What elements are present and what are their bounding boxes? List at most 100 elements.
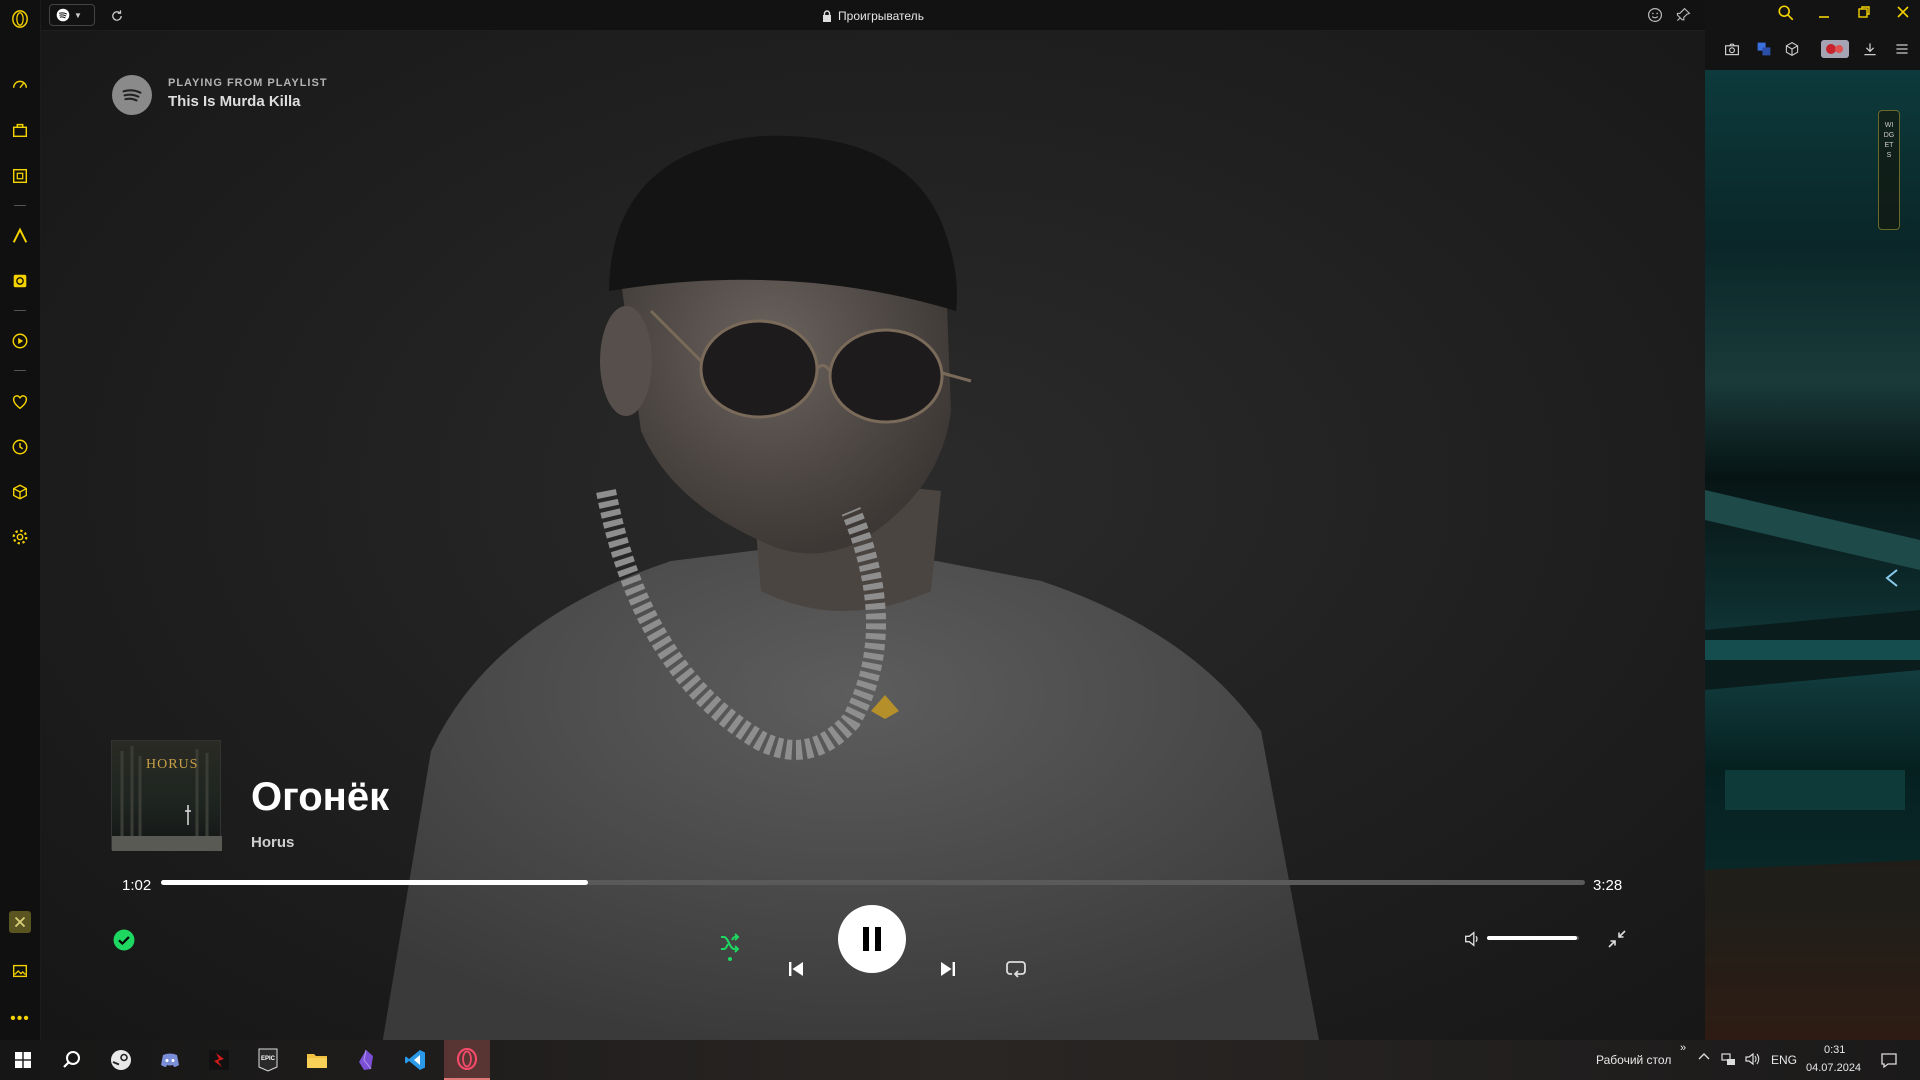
downloads-button[interactable] [1862, 41, 1878, 62]
clock-date[interactable]: 04.07.2024 [1806, 1062, 1861, 1074]
lock-icon [823, 9, 832, 22]
heart-icon[interactable] [9, 391, 31, 413]
discord-icon [161, 1053, 179, 1067]
progress-bar[interactable] [161, 880, 1585, 885]
gallery-icon[interactable] [9, 960, 31, 982]
epic-games-icon: EPIC [258, 1048, 278, 1072]
start-button[interactable] [3, 1044, 43, 1076]
history-icon[interactable] [9, 436, 31, 458]
spotify-logo-icon[interactable] [112, 75, 152, 115]
app-red-icon [209, 1050, 229, 1070]
aria-icon[interactable] [9, 225, 31, 247]
widgets-handle[interactable]: WIDGETS [1878, 110, 1900, 230]
language-indicator[interactable]: ENG [1771, 1053, 1797, 1067]
repeat-icon [1006, 961, 1026, 978]
artist-photo [382, 135, 1319, 1040]
volume-tray-button[interactable] [1744, 1051, 1760, 1070]
repeat-button[interactable] [1003, 957, 1029, 981]
playing-from-label: PLAYING FROM PLAYLIST [168, 77, 328, 89]
toolbar-chevron-icon[interactable]: » [1680, 1042, 1686, 1054]
address-bar[interactable]: Проигрыватель [41, 0, 1705, 31]
browser-topbar: ▼ Проигрыватель [41, 0, 1705, 31]
minimize-icon [1608, 930, 1626, 948]
opera-logo-icon[interactable] [9, 8, 31, 30]
right-panel: WIDGETS [1705, 0, 1920, 1040]
windows-taskbar: EPIC Рабочий стол » ENG 0:31 04.07.2024 [0, 1040, 1920, 1080]
shuffle-active-dot [728, 957, 732, 961]
emoji-button[interactable] [1647, 7, 1663, 28]
translate-button[interactable] [1756, 41, 1772, 62]
pause-button[interactable] [838, 905, 906, 973]
search-button[interactable] [1777, 4, 1795, 27]
sidebar-divider [14, 310, 26, 311]
notifications-button[interactable] [1880, 1051, 1898, 1072]
extensions-button[interactable] [1784, 41, 1800, 62]
settings-icon[interactable] [9, 526, 31, 548]
search-icon [1778, 5, 1794, 21]
clock-time[interactable]: 0:31 [1824, 1044, 1845, 1056]
taskbar-discord[interactable] [150, 1044, 190, 1076]
profile-avatar[interactable] [1821, 40, 1849, 58]
album-cover[interactable]: HORUS [111, 740, 222, 851]
file-explorer-icon [307, 1054, 327, 1068]
spotify-fullscreen-player: PLAYING FROM PLAYLIST This Is Murda Kill… [41, 31, 1705, 1040]
current-time: 1:02 [122, 877, 152, 894]
taskbar-obsidian[interactable] [346, 1044, 386, 1076]
box-icon[interactable] [9, 481, 31, 503]
vscode-icon [405, 1050, 425, 1070]
cube-icon [1785, 41, 1799, 57]
menu-lines-icon [1896, 44, 1908, 54]
more-icon[interactable]: ••• [9, 1008, 31, 1030]
tray-expand-button[interactable] [1698, 1051, 1710, 1066]
track-title[interactable]: Огонёк [251, 775, 389, 820]
pin-button[interactable] [1675, 7, 1691, 28]
taskbar-opera-gx[interactable] [444, 1040, 490, 1080]
search-icon [63, 1051, 80, 1068]
volume-slider[interactable] [1487, 936, 1579, 940]
steam-icon [111, 1050, 131, 1070]
volume-fill [1487, 936, 1578, 940]
opera-gx-icon [456, 1048, 478, 1070]
bag-icon[interactable] [9, 119, 31, 141]
album-art-title: HORUS [146, 757, 199, 772]
checkmark-circle-icon [113, 929, 135, 951]
pause-icon [863, 927, 881, 951]
easy-setup-button[interactable] [1894, 41, 1910, 62]
taskbar-steam[interactable] [101, 1044, 141, 1076]
skip-forward-icon [941, 962, 955, 976]
exit-fullscreen-button[interactable] [1605, 927, 1629, 951]
snapshot-button[interactable] [1724, 41, 1740, 62]
previous-button[interactable] [784, 957, 808, 981]
svg-text:EPIC: EPIC [261, 1056, 276, 1062]
speed-dial-icon[interactable] [9, 74, 31, 96]
desktop-toolbar-label[interactable]: Рабочий стол [1596, 1053, 1671, 1067]
taskbar-vscode[interactable] [395, 1044, 435, 1076]
minimize-window-icon [1819, 16, 1829, 18]
playlist-name-link[interactable]: This Is Murda Killa [168, 93, 301, 110]
widgets-label: WIDGETS [1883, 122, 1895, 159]
taskbar-red-app[interactable] [199, 1044, 239, 1076]
volume-button[interactable] [1460, 927, 1484, 951]
sidebar-divider [14, 370, 26, 371]
workspace-icon[interactable] [9, 165, 31, 187]
restore-window-button[interactable] [1856, 4, 1872, 25]
taskbar-file-explorer[interactable] [297, 1044, 337, 1076]
game-icon[interactable] [9, 911, 31, 933]
taskbar-epic-games[interactable]: EPIC [248, 1044, 288, 1076]
close-window-button[interactable] [1895, 4, 1911, 25]
opera-sidebar: ••• [0, 0, 41, 1040]
widget-icon[interactable] [9, 270, 31, 292]
like-button[interactable] [112, 928, 136, 952]
next-button[interactable] [936, 957, 960, 981]
shuffle-icon [721, 933, 740, 953]
network-icon [1721, 1053, 1735, 1065]
player-icon[interactable] [9, 330, 31, 352]
track-artist[interactable]: Horus [251, 834, 294, 851]
skip-back-icon [789, 962, 803, 976]
taskbar-search-button[interactable] [52, 1044, 92, 1076]
network-button[interactable] [1721, 1051, 1737, 1070]
camera-icon [1725, 43, 1739, 56]
close-icon [1897, 6, 1909, 18]
shuffle-button[interactable] [715, 925, 745, 961]
minimize-window-button[interactable] [1816, 4, 1832, 25]
